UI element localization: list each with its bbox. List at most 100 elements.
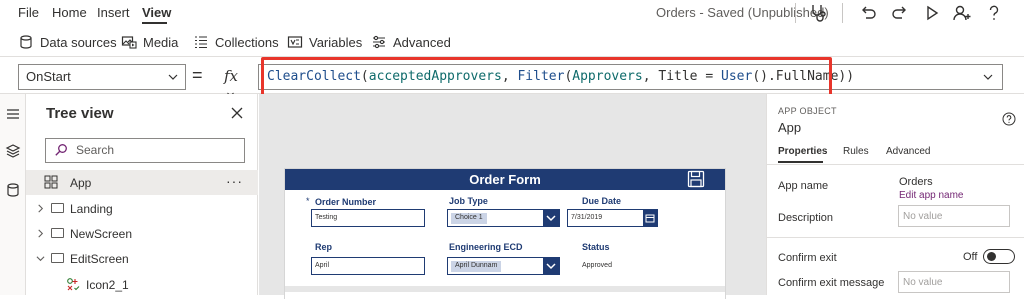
engineering-ecd-dropdown[interactable]: April Dunnam — [447, 257, 560, 275]
view-ribbon: Data sources Media Collections Variables… — [0, 26, 1024, 57]
tree-item-newscreen[interactable]: NewScreen — [26, 221, 258, 246]
engineering-ecd-value: April Dunnam — [451, 261, 502, 272]
order-number-value: Testing — [315, 214, 338, 221]
menu-file[interactable]: File — [18, 5, 39, 20]
collections-icon — [195, 36, 207, 49]
undo-icon[interactable] — [857, 2, 879, 24]
engineering-ecd-label: Engineering ECD — [449, 242, 523, 252]
tab-advanced[interactable]: Advanced — [886, 146, 930, 157]
description-label: Description — [778, 212, 834, 224]
panel-divider — [767, 237, 1024, 238]
order-number-input[interactable]: Testing — [311, 209, 425, 227]
form-section-divider — [285, 286, 725, 292]
chevron-down-icon[interactable] — [36, 254, 45, 263]
more-options-icon[interactable]: ··· — [226, 173, 243, 189]
chevron-down-icon — [546, 215, 556, 222]
active-menu-indicator — [142, 22, 167, 24]
chevron-right-icon[interactable] — [36, 229, 45, 238]
job-type-dropdown[interactable]: Choice 1 — [447, 209, 560, 227]
toggle-knob — [987, 252, 996, 261]
tree-item-landing[interactable]: Landing — [26, 196, 258, 221]
document-title: Orders - Saved (Unpublished) — [656, 5, 829, 20]
tree-item-editscreen[interactable]: EditScreen — [26, 246, 258, 271]
tab-rules[interactable]: Rules — [843, 146, 869, 157]
chevron-right-icon[interactable] — [36, 204, 45, 213]
form-header: Order Form — [285, 169, 725, 190]
tree-search-input[interactable]: Search — [45, 138, 245, 163]
screen-icon — [51, 253, 64, 263]
layers-icon[interactable] — [3, 141, 23, 161]
property-dropdown[interactable]: OnStart — [18, 64, 186, 90]
app-icon — [44, 175, 58, 189]
menu-insert[interactable]: Insert — [97, 5, 130, 20]
collections-label: Collections — [215, 34, 279, 50]
media-label: Media — [143, 34, 179, 50]
design-canvas: Order Form * Order Number Testing Job Ty… — [259, 94, 766, 299]
stethoscope-icon[interactable] — [808, 2, 830, 24]
dropdown-button[interactable] — [543, 210, 559, 226]
database-icon — [20, 35, 32, 49]
calendar-icon — [645, 214, 655, 223]
form-title: Order Form — [469, 172, 541, 187]
share-user-icon[interactable] — [951, 2, 973, 24]
screen-icon — [51, 228, 64, 238]
app-name-label: App name — [778, 180, 829, 192]
variables-button[interactable]: Variables — [287, 32, 362, 52]
hamburger-icon[interactable] — [3, 104, 23, 124]
left-rail — [0, 94, 26, 295]
tree-item-label: Landing — [70, 202, 113, 216]
data-sources-button[interactable]: Data sources — [18, 32, 117, 52]
advanced-label: Advanced — [393, 34, 451, 50]
advanced-icon — [373, 35, 385, 49]
tree-item-label: NewScreen — [70, 227, 133, 241]
rep-value: April — [315, 262, 330, 269]
play-icon[interactable] — [921, 2, 943, 24]
confirm-exit-label: Confirm exit — [778, 252, 837, 264]
formula-highlight-annotation — [261, 57, 832, 99]
tree-item-app[interactable]: App ··· — [26, 170, 258, 195]
fx-button[interactable]: fx — [216, 64, 256, 97]
tab-properties[interactable]: Properties — [778, 146, 827, 157]
close-icon[interactable] — [229, 105, 245, 121]
fx-label: fx — [224, 67, 239, 85]
confirm-exit-toggle[interactable] — [983, 249, 1015, 264]
property-value: OnStart — [26, 69, 71, 84]
database-icon[interactable] — [3, 180, 23, 200]
media-button[interactable]: Media — [121, 32, 178, 52]
help-icon[interactable] — [1002, 112, 1016, 126]
edit-app-name-link[interactable]: Edit app name — [899, 190, 964, 201]
advanced-button[interactable]: Advanced — [371, 32, 451, 52]
order-form-screen[interactable]: Order Form * Order Number Testing Job Ty… — [285, 169, 725, 299]
tree-item-icon2-1[interactable]: Icon2_1 — [26, 272, 258, 297]
icon-control-icon — [67, 278, 80, 291]
active-tab-indicator — [778, 161, 823, 163]
confirm-exit-message-label: Confirm exit message — [778, 277, 885, 289]
expand-formula-icon[interactable] — [982, 71, 994, 83]
due-date-value: 7/31/2019 — [571, 214, 603, 221]
help-icon[interactable] — [983, 2, 1005, 24]
dropdown-button[interactable] — [543, 258, 559, 274]
rep-input[interactable]: April — [311, 257, 425, 275]
tree-view-panel: Tree view Search App ··· Landing NewScre… — [26, 94, 258, 295]
tree-item-label: Icon2_1 — [86, 278, 129, 292]
tree-view-title: Tree view — [46, 105, 114, 122]
required-marker: * — [306, 196, 310, 206]
due-date-picker[interactable]: 7/31/2019 — [567, 209, 658, 227]
redo-icon[interactable] — [889, 2, 911, 24]
collections-button[interactable]: Collections — [193, 32, 279, 52]
object-name: App — [778, 120, 802, 135]
variables-label: Variables — [309, 34, 363, 50]
menu-home[interactable]: Home — [52, 5, 87, 20]
status-label: Status — [582, 242, 610, 252]
confirm-exit-message-input[interactable]: No value — [898, 271, 1010, 293]
save-icon[interactable] — [687, 170, 705, 188]
properties-panel: APP OBJECT App Properties Rules Advanced… — [766, 94, 1024, 295]
variables-icon — [287, 36, 303, 48]
calendar-button[interactable] — [643, 210, 657, 226]
search-icon — [55, 144, 67, 156]
formula-token: )) — [838, 69, 855, 84]
menu-view[interactable]: View — [142, 5, 171, 20]
object-kind-label: APP OBJECT — [778, 106, 837, 116]
description-input[interactable]: No value — [898, 205, 1010, 227]
search-placeholder: Search — [76, 143, 115, 157]
